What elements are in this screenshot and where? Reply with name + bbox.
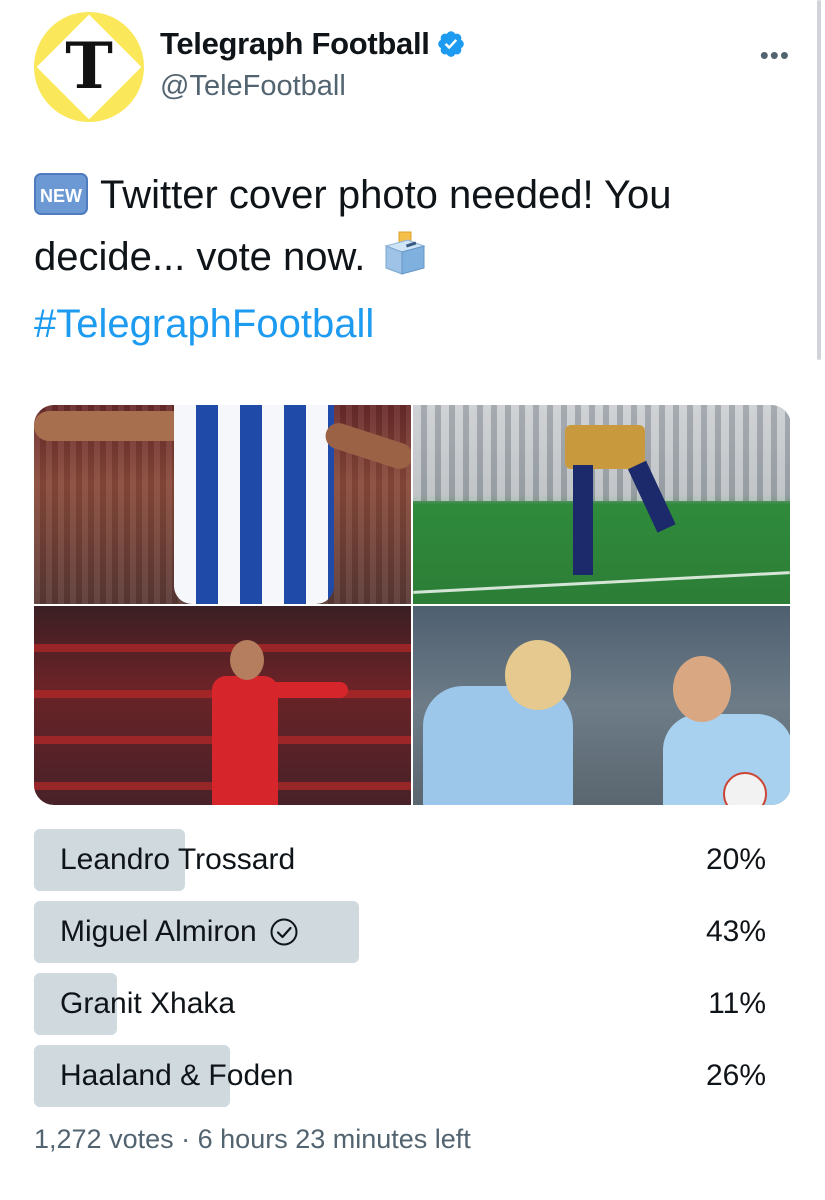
avatar-logo-letter: T	[65, 29, 113, 104]
tweet-text: NEW Twitter cover photo needed! You decid…	[34, 164, 774, 288]
photo-head	[505, 640, 571, 710]
poll: Leandro Trossard 20% Miguel Almiron 43% …	[34, 829, 766, 1117]
photo-xhaka[interactable]	[34, 606, 411, 805]
verified-badge-icon	[437, 31, 464, 57]
display-name[interactable]: Telegraph Football	[160, 26, 430, 62]
poll-option-label: Miguel Almiron	[60, 901, 299, 963]
poll-option-percent: 26%	[705, 1059, 766, 1092]
more-options-icon[interactable]: •••	[760, 40, 790, 71]
poll-option[interactable]: Granit Xhaka 11%	[34, 973, 766, 1035]
avatar[interactable]: T	[34, 12, 144, 122]
photo-grid	[34, 405, 791, 805]
poll-separator: ·	[181, 1124, 191, 1154]
tweet-header: T Telegraph Football @TeleFootball •••	[34, 12, 794, 122]
selected-check-icon	[270, 918, 298, 946]
photo-almiron[interactable]	[413, 405, 790, 604]
tweet-body: Twitter cover photo needed! You decide..…	[34, 173, 672, 279]
photo-arm	[268, 682, 348, 698]
photo-player	[212, 676, 278, 805]
poll-vote-count: 1,272 votes	[34, 1124, 174, 1154]
poll-option-label: Granit Xhaka	[60, 987, 236, 1020]
photo-trossard[interactable]	[34, 405, 411, 604]
photo-haaland-foden[interactable]	[413, 606, 790, 805]
photo-head	[673, 656, 731, 722]
photo-arm	[34, 411, 194, 441]
poll-option-label: Haaland & Foden	[60, 1059, 294, 1092]
new-emoji-badge: NEW	[34, 173, 88, 215]
name-row: Telegraph Football	[160, 26, 466, 62]
photo-shirt	[174, 405, 334, 604]
poll-meta: 1,272 votes · 6 hours 23 minutes left	[34, 1124, 471, 1155]
poll-option[interactable]: Leandro Trossard 20%	[34, 829, 766, 891]
poll-option[interactable]: Haaland & Foden 26%	[34, 1045, 766, 1107]
scrollbar[interactable]	[817, 0, 821, 360]
poll-option-percent: 43%	[705, 915, 766, 948]
ballot-box-icon	[384, 231, 427, 275]
poll-option[interactable]: Miguel Almiron 43%	[34, 901, 766, 963]
photo-shorts	[565, 425, 645, 469]
handle[interactable]: @TeleFootball	[160, 70, 346, 103]
photo-leg	[573, 465, 593, 575]
poll-option-percent: 20%	[705, 843, 766, 876]
hashtag-link[interactable]: #TelegraphFootball	[34, 302, 374, 347]
poll-option-label: Leandro Trossard	[60, 843, 296, 876]
poll-time-left: 6 hours 23 minutes left	[197, 1124, 471, 1154]
poll-option-percent: 11%	[708, 987, 766, 1020]
photo-pitch-line	[413, 571, 790, 594]
photo-head	[230, 640, 264, 680]
